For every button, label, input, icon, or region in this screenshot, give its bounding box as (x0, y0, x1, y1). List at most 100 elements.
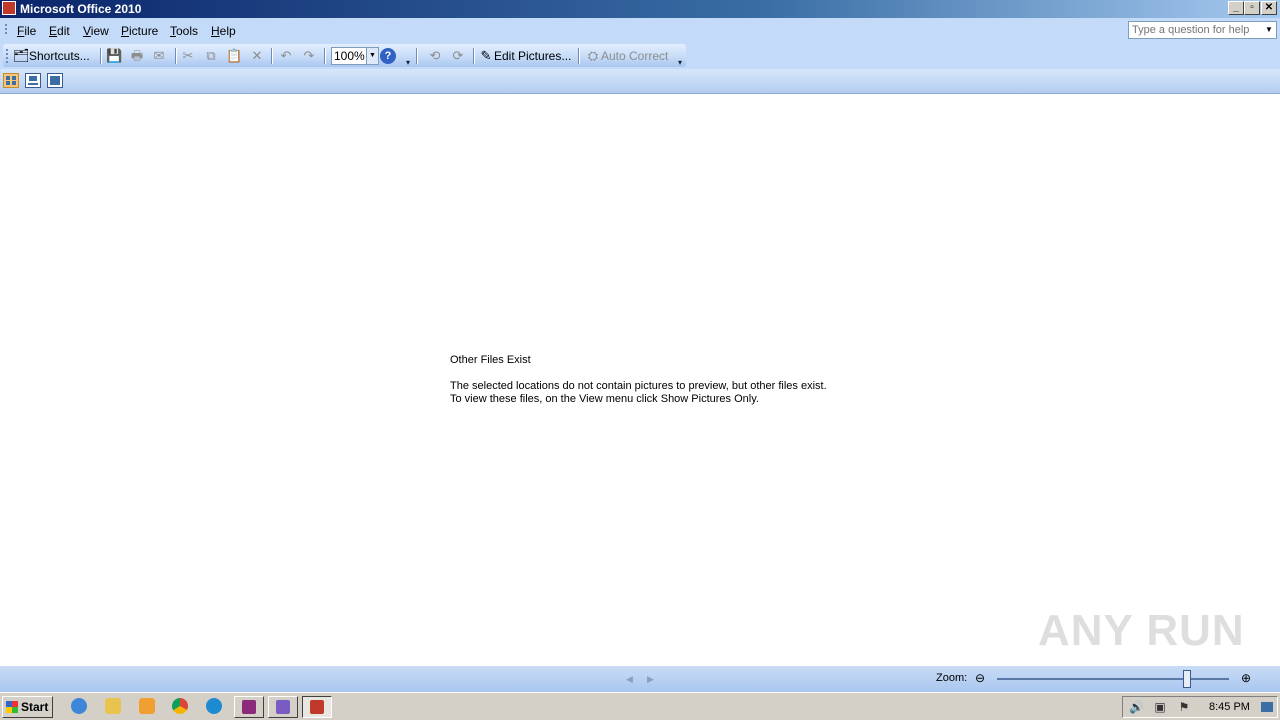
start-button[interactable]: Start (2, 696, 53, 718)
menu-view[interactable]: View (83, 24, 109, 38)
paste-icon: 📋 (226, 48, 243, 63)
save-button[interactable]: 💾 (106, 47, 122, 65)
edit-pictures-icon: ✎ (480, 48, 492, 63)
show-desktop-icon[interactable] (1261, 702, 1273, 712)
chrome-icon[interactable] (172, 698, 188, 714)
media-player-icon[interactable] (139, 698, 155, 714)
redo-button[interactable]: ↷ (301, 47, 317, 65)
visual-studio-icon (276, 700, 290, 714)
menu-picture[interactable]: Picture (121, 24, 158, 38)
toolbar-separator (100, 48, 102, 64)
message-heading: Other Files Exist (450, 354, 531, 366)
app-icon (2, 1, 16, 15)
cut-button[interactable]: ✂ (180, 47, 196, 65)
zoom-slider-thumb[interactable] (1183, 670, 1192, 688)
help-search-input[interactable] (1129, 22, 1263, 38)
zoom-out-icon[interactable]: ⊖ (973, 671, 987, 685)
rotate-left-button[interactable]: ⟲ (427, 47, 443, 65)
redo-icon: ↷ (303, 48, 315, 63)
toolbar-separator (324, 48, 326, 64)
help-button[interactable]: ? (380, 47, 396, 65)
edge-icon[interactable] (206, 698, 222, 714)
toolbar-options-icon[interactable]: ▾ (675, 58, 685, 68)
menu-bar: File Edit View Picture Tools Help (0, 18, 1280, 43)
clock: 8:45 PM (1209, 701, 1250, 713)
system-tray: 🔊 ▣ ⚑ 8:45 PM (1122, 696, 1278, 718)
delete-button[interactable]: ✕ (249, 47, 265, 65)
window-title: Microsoft Office 2010 (20, 2, 142, 16)
edit-pictures-button[interactable]: ✎ Edit Pictures... (478, 47, 572, 65)
help-icon: ? (380, 48, 396, 64)
standard-toolbar: 🗂 Shortcuts... 💾 🖶 ✉ ✂ ⧉ 📋 ✕ ↶ ↷ 100% ▼ … (3, 44, 686, 67)
email-button[interactable]: ✉ (151, 47, 167, 65)
chevron-down-icon[interactable]: ▼ (1263, 23, 1275, 37)
filmstrip-view-button[interactable] (25, 73, 41, 88)
rotate-right-button[interactable]: ⟳ (450, 47, 466, 65)
menu-edit[interactable]: Edit (49, 24, 70, 38)
volume-icon[interactable]: 🔊 (1129, 700, 1144, 714)
picture-pane: Other Files Exist The selected locations… (0, 94, 1280, 666)
menu-file[interactable]: File (17, 24, 36, 38)
shortcuts-button[interactable]: 🗂 Shortcuts... (13, 47, 90, 65)
menu-grip[interactable] (5, 24, 7, 36)
paste-button[interactable]: 📋 (226, 47, 242, 65)
restore-button[interactable]: ▫ (1244, 1, 1260, 15)
auto-correct-label: Auto Correct (601, 49, 669, 63)
toolbar-separator (271, 48, 273, 64)
auto-correct-icon: ⛭ (587, 48, 599, 63)
print-icon: 🖶 (130, 48, 144, 63)
toolbar-row: 🗂 Shortcuts... 💾 🖶 ✉ ✂ ⧉ 📋 ✕ ↶ ↷ 100% ▼ … (0, 43, 1280, 69)
copy-button[interactable]: ⧉ (203, 47, 219, 65)
previous-arrow-icon[interactable]: ◀ (626, 674, 633, 685)
toolbar-options-icon[interactable]: ▾ (403, 58, 413, 68)
thumbnail-view-button[interactable] (3, 73, 19, 88)
edit-pictures-label: Edit Pictures... (494, 49, 572, 63)
toolbar-separator (473, 48, 475, 64)
menu-help[interactable]: Help (211, 24, 236, 38)
rotate-right-icon: ⟳ (452, 48, 464, 63)
status-bar: ◀ ▶ Zoom: ⊖ ⊕ (0, 666, 1280, 692)
network-icon[interactable]: ▣ (1153, 700, 1167, 714)
taskbar-app-visual-studio[interactable] (268, 696, 298, 718)
print-button[interactable]: 🖶 (129, 47, 145, 65)
internet-explorer-icon[interactable] (71, 698, 87, 714)
toolbar-grip[interactable] (6, 49, 8, 63)
single-picture-view-button[interactable] (47, 73, 63, 88)
close-button[interactable]: ✕ (1261, 1, 1277, 15)
title-bar: Microsoft Office 2010 _ ▫ ✕ (0, 0, 1280, 18)
message-line-2: To view these files, on the View menu cl… (450, 393, 759, 405)
flag-icon[interactable]: ⚑ (1177, 700, 1191, 714)
auto-correct-button[interactable]: ⛭ Auto Correct (585, 47, 669, 65)
toolbar-separator (175, 48, 177, 64)
zoom-combo[interactable]: 100% ▼ (331, 47, 379, 65)
shortcuts-icon: 🗂 (13, 48, 30, 63)
menu-tools[interactable]: Tools (170, 24, 198, 38)
winrar-icon (242, 700, 256, 714)
minimize-button[interactable]: _ (1228, 1, 1244, 15)
toolbar-separator (416, 48, 418, 64)
next-arrow-icon[interactable]: ▶ (647, 674, 654, 685)
help-search-box[interactable]: ▼ (1128, 21, 1277, 39)
view-toolbar (0, 69, 1280, 94)
cut-icon: ✂ (182, 48, 194, 63)
shortcuts-label: Shortcuts... (29, 49, 90, 63)
anyrun-watermark: ANY RUN (1038, 606, 1245, 655)
folder-icon[interactable] (105, 698, 121, 714)
taskbar-app-picture-manager[interactable] (302, 696, 332, 718)
delete-icon: ✕ (251, 48, 263, 63)
windows-logo-icon (6, 701, 18, 713)
zoom-in-icon[interactable]: ⊕ (1239, 671, 1253, 685)
message-line-1: The selected locations do not contain pi… (450, 380, 827, 392)
copy-icon: ⧉ (206, 48, 216, 63)
chevron-down-icon[interactable]: ▼ (366, 48, 378, 64)
save-icon: 💾 (106, 48, 123, 63)
email-icon: ✉ (153, 48, 165, 63)
taskbar-app-winrar[interactable] (234, 696, 264, 718)
undo-button[interactable]: ↶ (278, 47, 294, 65)
zoom-slider-track[interactable] (997, 678, 1229, 680)
rotate-left-icon: ⟲ (429, 48, 441, 63)
toolbar-separator (578, 48, 580, 64)
empty-message: Other Files Exist The selected locations… (450, 354, 827, 406)
undo-icon: ↶ (280, 48, 292, 63)
taskbar: Start 🔊 ▣ ⚑ 8:45 PM (0, 692, 1280, 720)
